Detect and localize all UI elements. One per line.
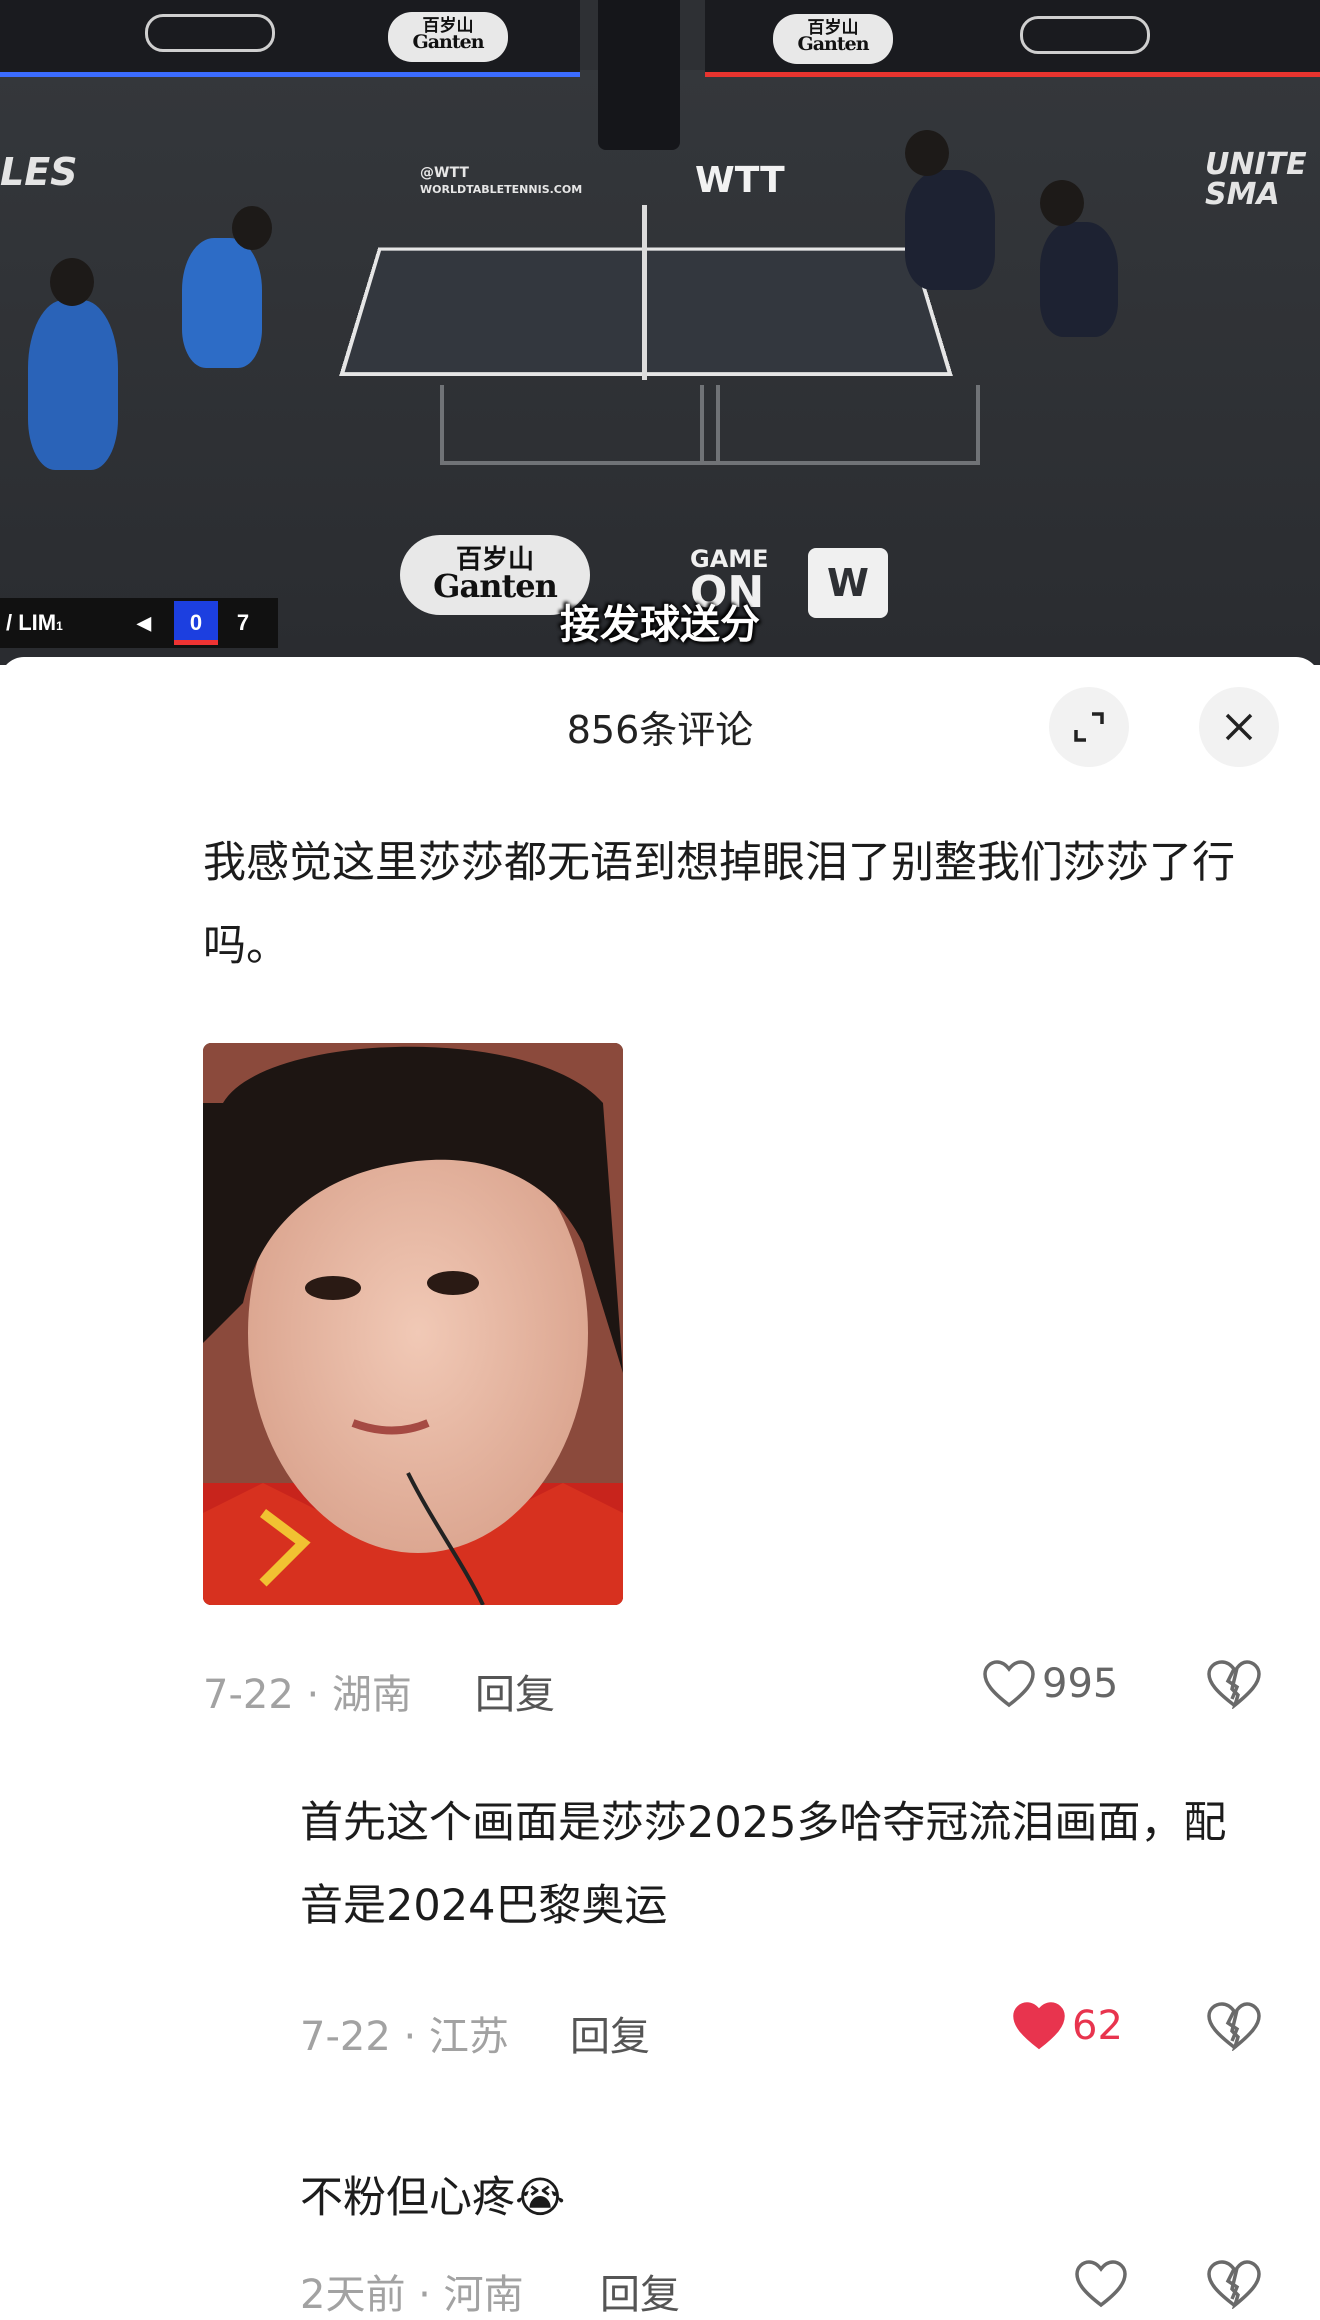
like-count: 62	[1072, 2003, 1123, 2049]
like-count: 995	[1042, 1661, 1119, 1707]
ad-logo: 百岁山 Ganten	[773, 14, 893, 64]
table-leg	[440, 385, 720, 465]
like-button[interactable]	[1074, 2259, 1134, 2309]
reply-button[interactable]: 回复	[570, 2004, 650, 2062]
video-subtitle: 接发球送分	[560, 601, 760, 648]
ad-can-graphic	[1020, 16, 1150, 54]
comment-text: 我感觉这里莎莎都无语到想掉眼泪了别整我们莎莎了行吗。	[203, 838, 1235, 971]
comment-text: 首先这个画面是莎莎2025多哈夺冠流泪画面，配音是2024巴黎奥运	[300, 1798, 1227, 1931]
ad-can-graphic	[145, 14, 275, 52]
video-player[interactable]: 百岁山 Ganten 百岁山 Ganten @WTT WORLDTABLETENNIS…	[0, 0, 1320, 665]
like-button[interactable]: 995	[982, 1659, 1118, 1709]
table-net	[642, 205, 647, 380]
heart-outline-icon	[1075, 2260, 1127, 2308]
table-leg	[700, 385, 980, 465]
floor-text-left: LES	[0, 150, 78, 194]
like-button[interactable]: 62	[1012, 2001, 1123, 2051]
player-dark-2	[1040, 180, 1118, 337]
comment-date-location: 7-22 · 江苏	[300, 2014, 509, 2060]
floor-text-right: UNITE SMA	[1205, 147, 1307, 212]
player-blue-2	[182, 206, 272, 368]
ad-logo: 百岁山 Ganten	[388, 12, 508, 62]
heart-filled-icon	[1013, 2002, 1065, 2050]
expand-icon	[1074, 712, 1104, 742]
wtt-social-print: @WTT WORLDTABLETENNIS.COM	[420, 165, 583, 196]
comment-date-location: 2天前 · 河南	[300, 2272, 524, 2318]
broken-heart-icon	[1207, 2260, 1261, 2310]
comments-sheet: 856条评论 我感觉这里莎莎都无语到想掉眼泪了别整我们莎莎了行吗。 7-22 ·…	[0, 657, 1320, 2318]
heart-outline-icon	[983, 1660, 1035, 1708]
wtt-logo: WTT	[695, 160, 785, 201]
comment-text: 不粉但心疼😭	[300, 2173, 566, 2223]
broken-heart-icon	[1207, 1660, 1261, 1710]
player-dark-1	[905, 130, 995, 290]
comment-date-location: 7-22 · 湖南	[203, 1672, 412, 1718]
dislike-button[interactable]	[1206, 1659, 1262, 1713]
dislike-button[interactable]	[1206, 2001, 1262, 2055]
reply-button[interactable]: 回复	[475, 1662, 555, 1720]
dislike-button[interactable]	[1206, 2259, 1262, 2313]
face-photo	[203, 1043, 623, 1605]
broken-heart-icon	[1207, 2002, 1261, 2052]
player-blue-1	[28, 258, 118, 470]
reply-button[interactable]: 回复	[600, 2262, 680, 2320]
close-button[interactable]	[1199, 687, 1279, 767]
comment-image[interactable]	[203, 1043, 623, 1605]
umpire-chair	[598, 0, 680, 150]
expand-button[interactable]	[1049, 687, 1129, 767]
close-icon	[1225, 713, 1253, 741]
